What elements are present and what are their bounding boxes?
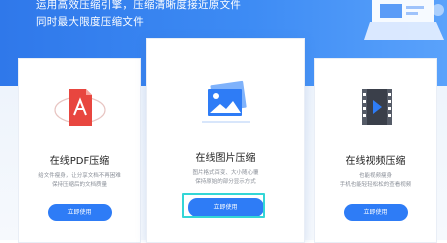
pdf-compress-card: 在线PDF压缩 给文件瘦身，让分享文档不再困难 保持压缩后的文档质量 立即使用 bbox=[18, 58, 141, 243]
pdf-file-icon bbox=[53, 89, 106, 126]
card-desc-1: 图片格式百变、大小随心覆 bbox=[192, 170, 259, 176]
video-file-icon bbox=[361, 89, 392, 125]
card-desc-1: 也能视频瘦身 bbox=[358, 173, 392, 179]
use-now-button[interactable]: 立即使用 bbox=[47, 204, 112, 221]
card-desc-2: 保持原始的部分显示方式 bbox=[195, 179, 256, 185]
card-title: 在线视频压缩 bbox=[345, 156, 406, 167]
image-file-icon bbox=[201, 80, 250, 123]
card-title: 在线图片压缩 bbox=[195, 153, 256, 164]
use-now-button[interactable]: 立即使用 bbox=[343, 204, 408, 221]
card-desc-1: 给文件瘦身，让分享文档不再困难 bbox=[38, 173, 121, 179]
card-desc-2: 手机也能轻轻松松的查看视频 bbox=[339, 182, 412, 188]
hero-illustration bbox=[364, 0, 444, 40]
video-compress-card: 在线视频压缩 也能视频瘦身 手机也能轻轻松松的查看视频 立即使用 bbox=[314, 58, 437, 243]
card-desc-2: 保持压缩后的文档质量 bbox=[51, 182, 107, 188]
button-highlight-frame bbox=[182, 193, 265, 218]
hero-line-1: 运用高效压缩引擎，压缩清晰度接近原文件 bbox=[36, 0, 242, 11]
card-title: 在线PDF压缩 bbox=[49, 156, 110, 167]
hero-line-2: 同时最大限度压缩文件 bbox=[36, 16, 144, 28]
